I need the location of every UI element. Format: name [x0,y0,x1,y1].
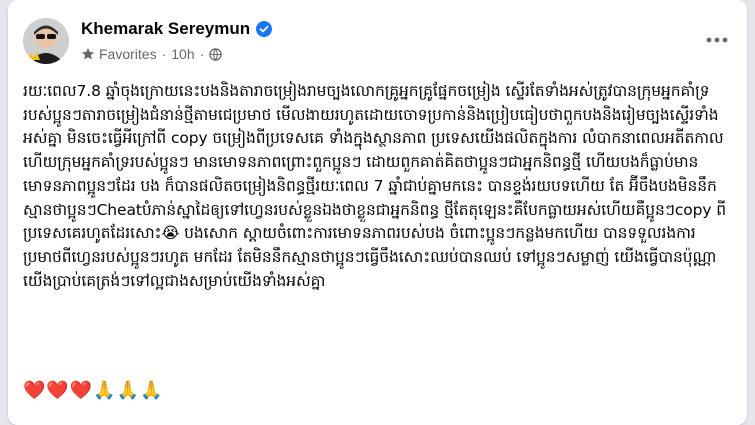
post-time[interactable]: 10h [171,46,194,62]
post-header: Khemarak Sereymun Favorites · 10h · [8,0,747,80]
more-options-icon[interactable] [701,28,733,52]
globe-icon[interactable] [209,47,223,61]
author-name[interactable]: Khemarak Sereymun [81,19,250,39]
verified-badge-icon [256,21,273,37]
audience-label[interactable]: Favorites [99,46,157,62]
avatar[interactable] [23,18,69,64]
favorites-star-icon [81,47,95,61]
avatar-image [23,18,69,64]
post-meta: Favorites · 10h · [81,46,223,62]
meta-separator: · [199,46,205,62]
post-emoji-line: ❤️❤️❤️🙏🙏🙏 [23,380,164,401]
post-card: Khemarak Sereymun Favorites · 10h · រយៈព… [8,0,747,425]
post-body-text: រយៈពេល7.8 ឆ្នាំចុងក្រោយនេះបងនិងតារាចម្រៀ… [23,82,727,290]
author-row: Khemarak Sereymun [81,19,273,39]
meta-separator: · [161,46,167,62]
